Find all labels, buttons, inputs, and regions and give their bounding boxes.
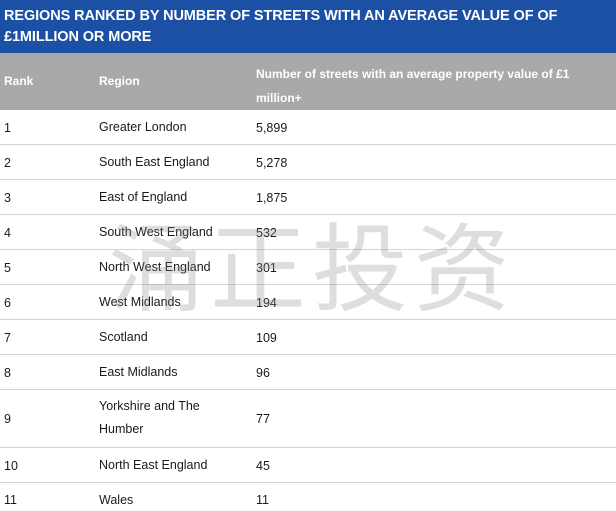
cell-region: North West England bbox=[99, 260, 211, 274]
cell-region: West Midlands bbox=[99, 295, 181, 309]
cell-rank: 11 bbox=[4, 493, 17, 507]
header-rank: Rank bbox=[4, 74, 34, 88]
table-row: 3 East of England 1,875 bbox=[0, 180, 616, 215]
cell-rank: 5 bbox=[4, 261, 11, 275]
table-row: 9 Yorkshire and The Humber 77 bbox=[0, 390, 616, 448]
header-region: Region bbox=[99, 74, 140, 88]
table-row: 6 West Midlands 194 bbox=[0, 285, 616, 320]
table-row: 7 Scotland 109 bbox=[0, 320, 616, 355]
cell-number-of-streets: 194 bbox=[256, 296, 277, 310]
cell-region: Wales bbox=[99, 493, 134, 507]
cell-number-of-streets: 1,875 bbox=[256, 191, 288, 205]
cell-region: Yorkshire and The Humber bbox=[99, 399, 200, 436]
table-header-row: Rank Region Number of streets with an av… bbox=[0, 53, 616, 110]
cell-number-of-streets: 45 bbox=[256, 459, 270, 473]
cell-number-of-streets: 11 bbox=[256, 493, 269, 507]
cell-number-of-streets: 96 bbox=[256, 366, 270, 380]
cell-region: East Midlands bbox=[99, 365, 178, 379]
cell-region: South West England bbox=[99, 225, 213, 239]
table-body: 1 Greater London 5,899 2 South East England 5… bbox=[0, 110, 616, 512]
cell-rank: 8 bbox=[4, 366, 11, 380]
cell-region: Scotland bbox=[99, 330, 148, 344]
table-row: 1 Greater London 5,899 bbox=[0, 110, 616, 145]
cell-number-of-streets: 5,278 bbox=[256, 156, 288, 170]
cell-rank: 7 bbox=[4, 331, 11, 345]
cell-rank: 6 bbox=[4, 296, 11, 310]
cell-rank: 3 bbox=[4, 191, 11, 205]
table-row: 5 North West England 301 bbox=[0, 250, 616, 285]
header-number-of-streets: Number of streets with an average proper… bbox=[256, 67, 570, 105]
table-row: 8 East Midlands 96 bbox=[0, 355, 616, 390]
cell-rank: 10 bbox=[4, 459, 18, 473]
cell-region: Greater London bbox=[99, 120, 187, 134]
cell-region: East of England bbox=[99, 190, 188, 204]
cell-rank: 2 bbox=[4, 156, 11, 170]
cell-region: South East England bbox=[99, 155, 210, 169]
cell-rank: 9 bbox=[4, 412, 11, 426]
cell-number-of-streets: 5,899 bbox=[256, 121, 288, 135]
cell-rank: 1 bbox=[4, 121, 11, 135]
cell-number-of-streets: 532 bbox=[256, 226, 277, 240]
cell-number-of-streets: 77 bbox=[256, 412, 270, 426]
table-row: 4 South West England 532 bbox=[0, 215, 616, 250]
cell-region: North East England bbox=[99, 458, 208, 472]
table-row: 11 Wales 11 bbox=[0, 483, 616, 512]
cell-rank: 4 bbox=[4, 226, 11, 240]
table-row: 2 South East England 5,278 bbox=[0, 145, 616, 180]
table-row: 10 North East England 45 bbox=[0, 448, 616, 483]
cell-number-of-streets: 109 bbox=[256, 331, 277, 345]
cell-number-of-streets: 301 bbox=[256, 261, 277, 275]
table-title: REGIONS RANKED BY NUMBER OF STREETS WITH… bbox=[0, 0, 616, 53]
